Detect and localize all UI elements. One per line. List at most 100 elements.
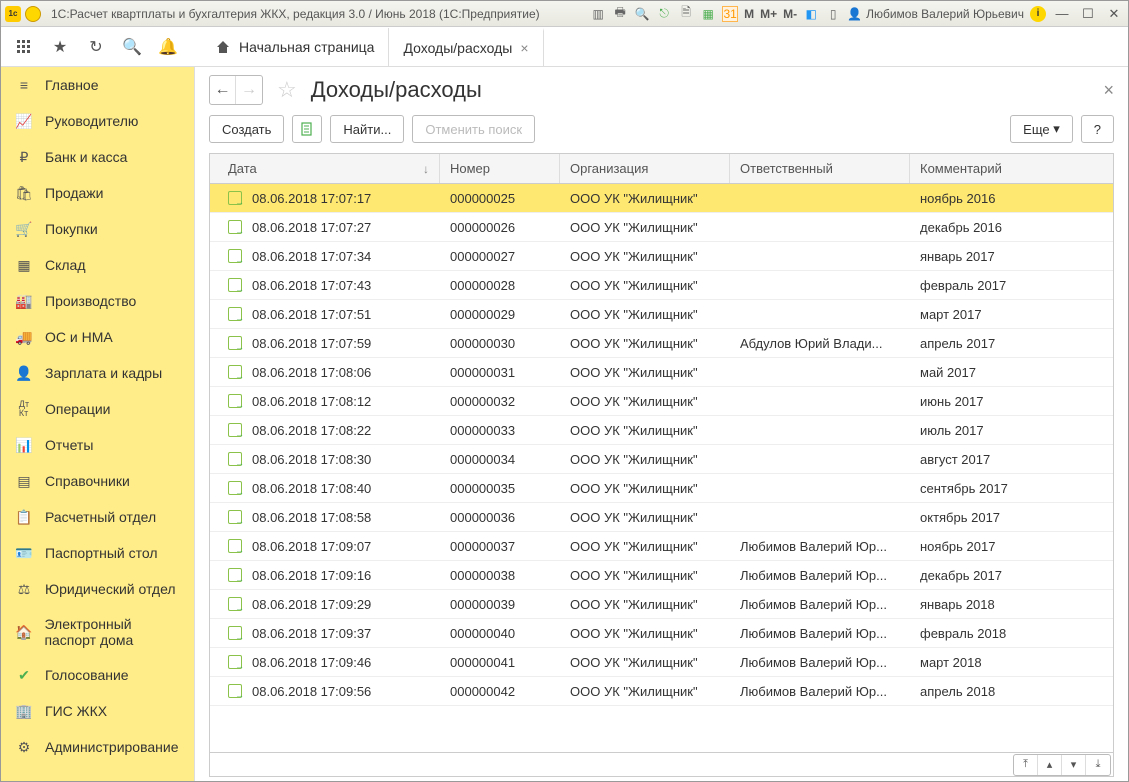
memory-mplus[interactable]: M+: [760, 7, 777, 21]
calc-icon: 📋: [15, 508, 33, 526]
table-row[interactable]: 08.06.2018 17:09:07000000037ООО УК "Жили…: [210, 532, 1113, 561]
sidebar-item-reports[interactable]: 📊Отчеты: [1, 427, 194, 463]
sidebar-item-billing[interactable]: 📋Расчетный отдел: [1, 499, 194, 535]
sidebar-item-gis[interactable]: 🏢ГИС ЖКХ: [1, 693, 194, 729]
sidebar-item-assets[interactable]: 🚚ОС и НМА: [1, 319, 194, 355]
memory-m[interactable]: M: [744, 7, 754, 21]
sidebar-item-voting[interactable]: ✔Голосование: [1, 657, 194, 693]
scroll-up-button[interactable]: ▴: [1038, 755, 1062, 775]
app-menu-icon[interactable]: [25, 6, 41, 22]
close-page-button[interactable]: ×: [1103, 80, 1114, 101]
sidebar-item-legal[interactable]: ⚖Юридический отдел: [1, 571, 194, 607]
info-icon[interactable]: i: [1030, 6, 1046, 22]
find-button[interactable]: Найти...: [330, 115, 404, 143]
doc-status-icon: [228, 336, 242, 350]
table-header: Дата↓ Номер Организация Ответственный Ко…: [210, 154, 1113, 184]
sidebar-item-warehouse[interactable]: ▦Склад: [1, 247, 194, 283]
content: ← → ☆ Доходы/расходы × Создать Найти... …: [195, 67, 1128, 781]
favorite-icon[interactable]: ☆: [277, 77, 297, 103]
data-table: Дата↓ Номер Организация Ответственный Ко…: [209, 153, 1114, 777]
copy-doc-button[interactable]: [292, 115, 322, 143]
table-row[interactable]: 08.06.2018 17:08:58000000036ООО УК "Жили…: [210, 503, 1113, 532]
scroll-down-button[interactable]: ▾: [1062, 755, 1086, 775]
link-icon[interactable]: ⎋: [656, 6, 672, 22]
sidebar-item-manager[interactable]: 📈Руководителю: [1, 103, 194, 139]
sidebar-item-production[interactable]: 🏭Производство: [1, 283, 194, 319]
maximize-button[interactable]: ☐: [1078, 6, 1098, 22]
memory-mminus[interactable]: M-: [783, 7, 797, 21]
table-row[interactable]: 08.06.2018 17:07:27000000026ООО УК "Жили…: [210, 213, 1113, 242]
user-label[interactable]: 👤 Любимов Валерий Юрьевич: [847, 7, 1024, 21]
sidebar-item-references[interactable]: ▤Справочники: [1, 463, 194, 499]
sidebar-item-operations[interactable]: ДтКтОперации: [1, 391, 194, 427]
sidebar-item-passport[interactable]: 🪪Паспортный стол: [1, 535, 194, 571]
sidebar: ≡Главное 📈Руководителю ₽Банк и касса 🛍Пр…: [1, 67, 195, 781]
help-button[interactable]: ?: [1081, 115, 1114, 143]
cancel-search-button: Отменить поиск: [412, 115, 535, 143]
print-preview-icon[interactable]: ▥: [590, 6, 606, 22]
table-row[interactable]: 08.06.2018 17:07:59000000030ООО УК "Жили…: [210, 329, 1113, 358]
tab-incomes-expenses[interactable]: Доходы/расходы ×: [389, 28, 543, 66]
doc-status-icon: [228, 452, 242, 466]
table-row[interactable]: 08.06.2018 17:09:37000000040ООО УК "Жили…: [210, 619, 1113, 648]
sidebar-item-purchases[interactable]: 🛒Покупки: [1, 211, 194, 247]
search-toolbar-icon[interactable]: 🔍: [123, 38, 141, 56]
document-icon[interactable]: 🗎: [678, 6, 694, 22]
doc-status-icon: [228, 626, 242, 640]
tab-home[interactable]: Начальная страница: [201, 28, 389, 66]
scroll-bottom-button[interactable]: ⤓: [1086, 755, 1110, 775]
person-icon: 👤: [15, 364, 33, 382]
titlebar: 1c 1С:Расчет квартплаты и бухгалтерия ЖК…: [1, 1, 1128, 27]
barchart-icon: 📊: [15, 436, 33, 454]
table-body[interactable]: 08.06.2018 17:07:17000000025ООО УК "Жили…: [210, 184, 1113, 752]
back-button[interactable]: ←: [210, 76, 236, 104]
apps-grid-icon[interactable]: [15, 38, 33, 56]
scroll-top-button[interactable]: ⤒: [1014, 755, 1038, 775]
sidebar-item-main[interactable]: ≡Главное: [1, 67, 194, 103]
calculator-icon[interactable]: ▦: [700, 6, 716, 22]
table-row[interactable]: 08.06.2018 17:09:16000000038ООО УК "Жили…: [210, 561, 1113, 590]
table-row[interactable]: 08.06.2018 17:07:17000000025ООО УК "Жили…: [210, 184, 1113, 213]
col-number[interactable]: Номер: [440, 154, 560, 183]
close-window-button[interactable]: ✕: [1104, 6, 1124, 22]
table-row[interactable]: 08.06.2018 17:08:06000000031ООО УК "Жили…: [210, 358, 1113, 387]
sidebar-item-epassport[interactable]: 🏠Электронный паспорт дома: [1, 607, 194, 657]
calendar-icon[interactable]: 31: [722, 6, 738, 22]
star-icon[interactable]: ★: [51, 38, 69, 56]
more-button[interactable]: Еще ▾: [1010, 115, 1073, 143]
col-resp[interactable]: Ответственный: [730, 154, 910, 183]
folder-icon: ▤: [15, 472, 33, 490]
table-row[interactable]: 08.06.2018 17:07:43000000028ООО УК "Жили…: [210, 271, 1113, 300]
sidebar-item-admin[interactable]: ⚙Администрирование: [1, 729, 194, 765]
bell-icon[interactable]: 🔔: [159, 38, 177, 56]
sidebar-item-bank[interactable]: ₽Банк и касса: [1, 139, 194, 175]
sidebar-item-sales[interactable]: 🛍Продажи: [1, 175, 194, 211]
table-row[interactable]: 08.06.2018 17:08:30000000034ООО УК "Жили…: [210, 445, 1113, 474]
table-row[interactable]: 08.06.2018 17:09:29000000039ООО УК "Жили…: [210, 590, 1113, 619]
sidebar-item-salary[interactable]: 👤Зарплата и кадры: [1, 355, 194, 391]
table-row[interactable]: 08.06.2018 17:09:46000000041ООО УК "Жили…: [210, 648, 1113, 677]
history-icon[interactable]: ↻: [87, 38, 105, 56]
table-row[interactable]: 08.06.2018 17:08:22000000033ООО УК "Жили…: [210, 416, 1113, 445]
doc-status-icon: [228, 278, 242, 292]
table-row[interactable]: 08.06.2018 17:07:34000000027ООО УК "Жили…: [210, 242, 1113, 271]
table-row[interactable]: 08.06.2018 17:08:40000000035ООО УК "Жили…: [210, 474, 1113, 503]
col-org[interactable]: Организация: [560, 154, 730, 183]
print-icon[interactable]: 🖶: [612, 6, 628, 22]
tab-close-icon[interactable]: ×: [520, 40, 528, 56]
col-comment[interactable]: Комментарий: [910, 154, 1113, 183]
table-row[interactable]: 08.06.2018 17:09:56000000042ООО УК "Жили…: [210, 677, 1113, 706]
table-row[interactable]: 08.06.2018 17:08:12000000032ООО УК "Жили…: [210, 387, 1113, 416]
table-row[interactable]: 08.06.2018 17:07:51000000029ООО УК "Жили…: [210, 300, 1113, 329]
check-icon: ✔: [15, 666, 33, 684]
doc-status-icon: [228, 191, 242, 205]
minimize-button[interactable]: —: [1052, 6, 1072, 22]
col-date[interactable]: Дата↓: [210, 154, 440, 183]
create-button[interactable]: Создать: [209, 115, 284, 143]
factory-icon: 🏭: [15, 292, 33, 310]
doc-status-icon: [228, 394, 242, 408]
window-icon[interactable]: ◧: [803, 6, 819, 22]
book-icon[interactable]: ▯: [825, 6, 841, 22]
search-icon[interactable]: 🔍: [634, 6, 650, 22]
home-icon: [215, 39, 231, 55]
